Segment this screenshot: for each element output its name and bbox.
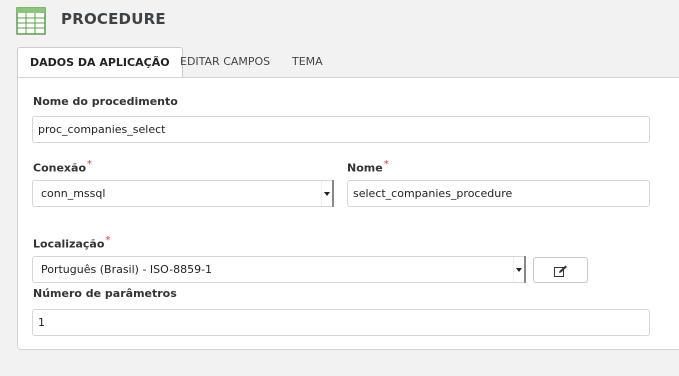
required-mark: * [383, 159, 389, 170]
edit-locale-button[interactable] [533, 257, 588, 283]
name-label-text: Nome [347, 161, 383, 175]
chevron-down-icon [516, 268, 522, 272]
page-title: PROCEDURE [61, 10, 166, 28]
header: PROCEDURE [0, 0, 679, 44]
name-label: Nome* [347, 159, 389, 175]
tab-bar: DADOS DA APLICAÇÃO EDITAR CAMPOS TEMA [17, 47, 679, 79]
connection-select[interactable]: conn_mssql [32, 180, 334, 207]
tab-tema[interactable]: TEMA [280, 47, 335, 77]
connection-label: Conexão* [33, 159, 92, 175]
param-count-label: Número de parâmetros [33, 287, 177, 300]
edit-icon [554, 265, 567, 277]
connection-select-value: conn_mssql [41, 187, 106, 200]
locale-label: Localização* [33, 235, 110, 251]
locale-select-value: Português (Brasil) - ISO-8859-1 [41, 263, 213, 276]
procedure-name-label: Nome do procedimento [33, 95, 178, 108]
tab-dados-da-aplicacao[interactable]: DADOS DA APLICAÇÃO [17, 47, 183, 79]
select-edge [524, 256, 526, 283]
param-count-input[interactable]: 1 [32, 309, 650, 336]
select-edge [332, 180, 334, 207]
table-grid-icon [16, 7, 46, 35]
name-input[interactable]: select_companies_procedure [347, 180, 650, 207]
connection-label-text: Conexão [33, 161, 86, 175]
locale-label-text: Localização [33, 237, 105, 251]
locale-select[interactable]: Português (Brasil) - ISO-8859-1 [32, 256, 526, 283]
required-mark: * [105, 235, 111, 246]
required-mark: * [87, 159, 92, 170]
chevron-down-icon [324, 192, 330, 196]
procedure-name-input[interactable]: proc_companies_select [32, 116, 650, 143]
tab-editar-campos[interactable]: EDITAR CAMPOS [168, 47, 282, 77]
